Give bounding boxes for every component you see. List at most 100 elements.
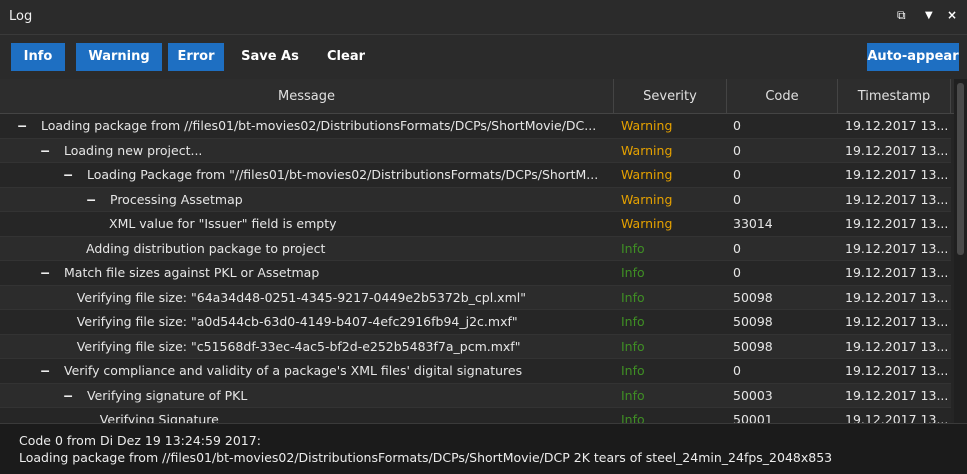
message-cell: Verifying file size: "64a34d48-0251-4345… bbox=[0, 286, 614, 310]
message-text: Verifying signature of PKL bbox=[87, 387, 248, 403]
collapse-toggle-icon[interactable]: − bbox=[63, 163, 77, 187]
timestamp-cell: 19.12.2017 13... bbox=[845, 387, 949, 403]
collapse-toggle-icon[interactable]: − bbox=[40, 359, 54, 383]
log-rows: − Loading package from //files01/bt-movie… bbox=[0, 114, 951, 423]
collapse-toggle-icon[interactable]: − bbox=[63, 384, 77, 408]
code-cell: 50001 bbox=[733, 412, 773, 423]
timestamp-cell: 19.12.2017 13... bbox=[845, 216, 949, 231]
message-cell: − Match file sizes against PKL or Assetma… bbox=[0, 261, 614, 285]
timestamp-cell: 19.12.2017 13... bbox=[845, 338, 949, 354]
timestamp-cell: 19.12.2017 13... bbox=[845, 167, 949, 182]
timestamp-cell: 19.12.2017 13... bbox=[845, 265, 949, 280]
message-cell: − Loading package from //files01/bt-movie… bbox=[0, 114, 614, 138]
table-row[interactable]: Adding distribution package to project In… bbox=[0, 236, 951, 261]
table-row[interactable]: − Match file sizes against PKL or Assetma… bbox=[0, 261, 951, 286]
message-text: Adding distribution package to project bbox=[86, 240, 326, 256]
column-header-message[interactable]: Message bbox=[0, 79, 614, 114]
table-row[interactable]: − Processing Assetmap Warning 0 19.12.2017 1… bbox=[0, 187, 951, 212]
message-cell: − Processing Assetmap bbox=[0, 188, 614, 212]
column-header-severity[interactable]: Severity bbox=[614, 79, 727, 114]
code-cell: 50098 bbox=[733, 338, 773, 354]
table-row[interactable]: Verifying file size: "a0d544cb-63d0-4149… bbox=[0, 310, 951, 335]
timestamp-cell: 19.12.2017 13... bbox=[845, 412, 949, 423]
message-cell: Verifying file size: "c51568df-33ec-4ac5… bbox=[0, 335, 614, 359]
code-cell: 33014 bbox=[733, 216, 773, 231]
timestamp-cell: 19.12.2017 13... bbox=[845, 142, 949, 158]
severity-cell: Warning bbox=[621, 142, 673, 158]
timestamp-cell: 19.12.2017 13... bbox=[845, 363, 949, 378]
message-text: Verifying file size: "a0d544cb-63d0-4149… bbox=[76, 314, 518, 329]
timestamp-cell: 19.12.2017 13... bbox=[845, 191, 949, 207]
column-header-code[interactable]: Code bbox=[727, 79, 838, 114]
title-bar: Log ⧉ ▼ × bbox=[0, 0, 967, 35]
chevron-down-icon[interactable]: ▼ bbox=[925, 10, 933, 21]
code-cell: 50098 bbox=[733, 314, 773, 329]
table-row[interactable]: − Verifying signature of PKL Info 50003 19.1… bbox=[0, 383, 951, 408]
message-cell: − Loading Package from "//files01/bt-movi… bbox=[0, 163, 614, 187]
table-row[interactable]: Verifying file size: "c51568df-33ec-4ac5… bbox=[0, 334, 951, 359]
message-text: Verifying file size: "c51568df-33ec-4ac5… bbox=[76, 338, 521, 354]
severity-cell: Info bbox=[621, 289, 645, 305]
timestamp-cell: 19.12.2017 13... bbox=[845, 240, 949, 256]
code-cell: 0 bbox=[733, 240, 741, 256]
save-as-button[interactable]: Save As bbox=[232, 43, 308, 71]
error-filter-button[interactable]: Error bbox=[168, 43, 224, 71]
message-text: Loading new project... bbox=[64, 142, 203, 158]
warning-filter-button[interactable]: Warning bbox=[76, 43, 162, 71]
severity-cell: Warning bbox=[621, 118, 673, 133]
clear-button[interactable]: Clear bbox=[318, 43, 374, 71]
code-cell: 0 bbox=[733, 167, 741, 182]
window-title: Log bbox=[9, 9, 33, 24]
message-text: Verify compliance and validity of a pack… bbox=[64, 363, 523, 378]
message-text: Verifying Signature bbox=[99, 412, 219, 423]
timestamp-cell: 19.12.2017 13... bbox=[845, 289, 949, 305]
table-row[interactable]: − Loading new project... Warning 0 19.12.201… bbox=[0, 138, 951, 163]
collapse-toggle-icon[interactable]: − bbox=[86, 188, 100, 212]
collapse-toggle-icon[interactable]: − bbox=[17, 114, 31, 138]
table-row[interactable]: Verifying file size: "64a34d48-0251-4345… bbox=[0, 285, 951, 310]
column-header-timestamp[interactable]: Timestamp bbox=[838, 79, 951, 114]
severity-cell: Warning bbox=[621, 191, 673, 207]
severity-cell: Info bbox=[621, 387, 645, 403]
message-text: Loading Package from "//files01/bt-movie… bbox=[87, 167, 599, 182]
severity-cell: Info bbox=[621, 314, 645, 329]
message-cell: − Verify compliance and validity of a pac… bbox=[0, 359, 614, 383]
message-cell: − Verifying signature of PKL bbox=[0, 384, 614, 408]
table-row[interactable]: Verifying Signature Info 50001 19.12.2017 1… bbox=[0, 408, 951, 423]
details-line-1: Code 0 from Di Dez 19 13:24:59 2017: bbox=[19, 433, 261, 448]
code-cell: 0 bbox=[733, 191, 741, 207]
severity-cell: Warning bbox=[621, 167, 673, 182]
message-cell: XML value for "Issuer" field is empty bbox=[0, 212, 614, 236]
info-filter-button[interactable]: Info bbox=[11, 43, 65, 71]
code-cell: 0 bbox=[733, 265, 741, 280]
code-cell: 50098 bbox=[733, 289, 773, 305]
severity-cell: Info bbox=[621, 265, 645, 280]
message-text: Match file sizes against PKL or Assetmap bbox=[64, 265, 320, 280]
message-text: Verifying file size: "64a34d48-0251-4345… bbox=[76, 289, 526, 305]
grid-header: Message Severity Code Timestamp bbox=[0, 79, 967, 114]
collapse-toggle-icon[interactable]: − bbox=[40, 261, 54, 285]
undock-icon[interactable]: ⧉ bbox=[897, 8, 906, 23]
message-text: Loading package from //files01/bt-movies… bbox=[41, 118, 597, 133]
severity-cell: Info bbox=[621, 338, 645, 354]
code-cell: 0 bbox=[733, 118, 741, 133]
timestamp-cell: 19.12.2017 13... bbox=[845, 118, 949, 133]
close-icon[interactable]: × bbox=[947, 8, 957, 22]
code-cell: 0 bbox=[733, 363, 741, 378]
message-cell: Verifying Signature bbox=[0, 408, 614, 423]
severity-cell: Warning bbox=[621, 216, 673, 231]
toolbar: Info Warning Error Save As Clear Auto-ap… bbox=[0, 35, 967, 79]
collapse-toggle-icon[interactable]: − bbox=[40, 139, 54, 163]
severity-cell: Info bbox=[621, 240, 645, 256]
table-row[interactable]: XML value for "Issuer" field is empty War… bbox=[0, 212, 951, 237]
severity-cell: Info bbox=[621, 412, 645, 423]
table-row[interactable]: − Loading Package from "//files01/bt-movi… bbox=[0, 163, 951, 188]
severity-cell: Info bbox=[621, 363, 645, 378]
message-cell: Verifying file size: "a0d544cb-63d0-4149… bbox=[0, 310, 614, 334]
scrollbar-thumb[interactable] bbox=[957, 83, 964, 255]
table-row[interactable]: − Loading package from //files01/bt-movie… bbox=[0, 114, 951, 139]
table-row[interactable]: − Verify compliance and validity of a pac… bbox=[0, 359, 951, 384]
auto-appear-button[interactable]: Auto-appear bbox=[867, 43, 959, 71]
vertical-scrollbar[interactable] bbox=[954, 79, 967, 423]
details-panel: Code 0 from Di Dez 19 13:24:59 2017: Loa… bbox=[0, 423, 967, 474]
